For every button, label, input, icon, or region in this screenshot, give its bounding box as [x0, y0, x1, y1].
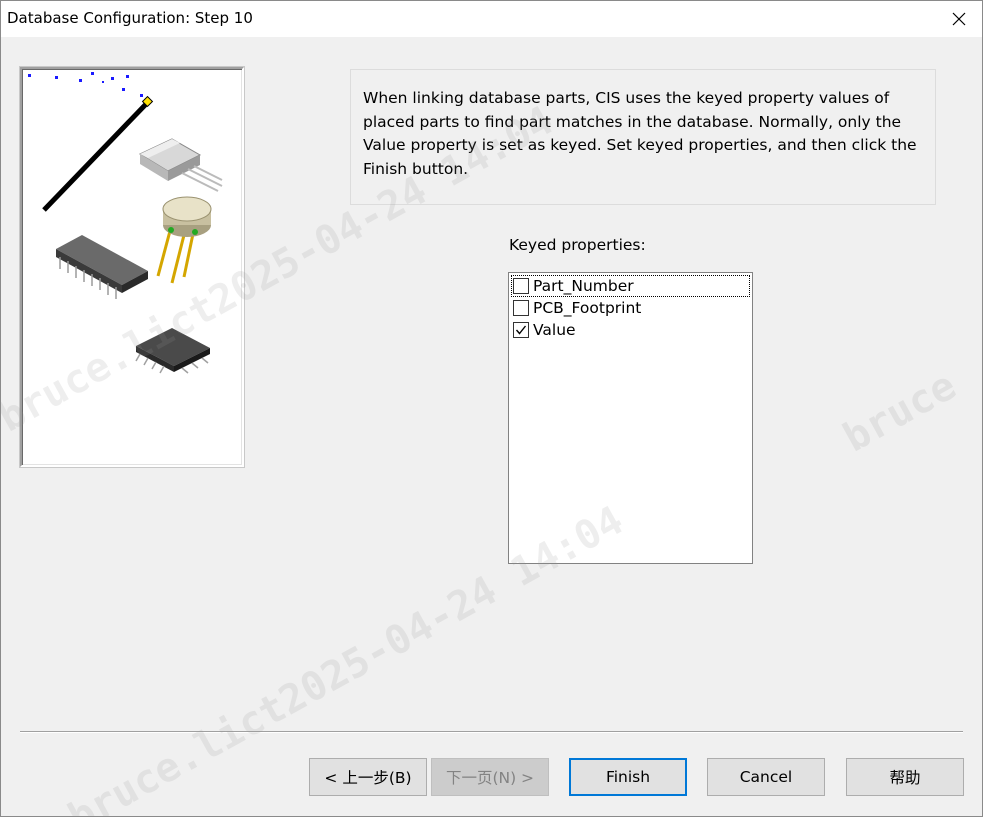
info-text: When linking database parts, CIS uses th…	[363, 89, 917, 178]
dialog-window: Database Configuration: Step 10 When lin…	[0, 0, 983, 817]
back-button[interactable]: < 上一步(B)	[309, 758, 427, 796]
finish-button[interactable]: Finish	[569, 758, 687, 796]
dip-package	[56, 235, 148, 299]
wizard-illustration	[20, 67, 244, 467]
next-button[interactable]: 下一页(N) >	[431, 758, 549, 796]
info-panel: When linking database parts, CIS uses th…	[350, 69, 936, 205]
list-item-pcb-footprint[interactable]: PCB_Footprint	[511, 297, 750, 319]
keyed-properties-list[interactable]: Part_Number PCB_Footprint Value	[508, 272, 753, 564]
pcb-footprint-checkbox[interactable]	[513, 300, 529, 316]
list-item-label: Value	[533, 321, 576, 339]
close-button[interactable]	[936, 1, 982, 37]
checkmark-icon	[515, 325, 527, 335]
sparkle-dots	[28, 72, 143, 97]
list-item-value[interactable]: Value	[511, 319, 750, 341]
title-bar: Database Configuration: Step 10	[1, 1, 982, 37]
list-item-part-number[interactable]: Part_Number	[511, 275, 750, 297]
list-item-label: PCB_Footprint	[533, 299, 642, 317]
button-separator	[20, 731, 963, 733]
soic-package	[135, 328, 210, 374]
help-button[interactable]: 帮助	[846, 758, 964, 796]
close-icon	[952, 12, 966, 26]
cancel-button[interactable]: Cancel	[707, 758, 825, 796]
window-title: Database Configuration: Step 10	[7, 9, 253, 27]
list-item-label: Part_Number	[533, 277, 634, 295]
keyed-properties-label: Keyed properties:	[509, 236, 646, 254]
part-number-checkbox[interactable]	[513, 278, 529, 294]
to220-package	[138, 138, 223, 192]
value-checkbox[interactable]	[513, 322, 529, 338]
to5-can	[156, 196, 212, 284]
watermark-line: bruce	[836, 362, 964, 462]
components-picture	[28, 72, 223, 374]
